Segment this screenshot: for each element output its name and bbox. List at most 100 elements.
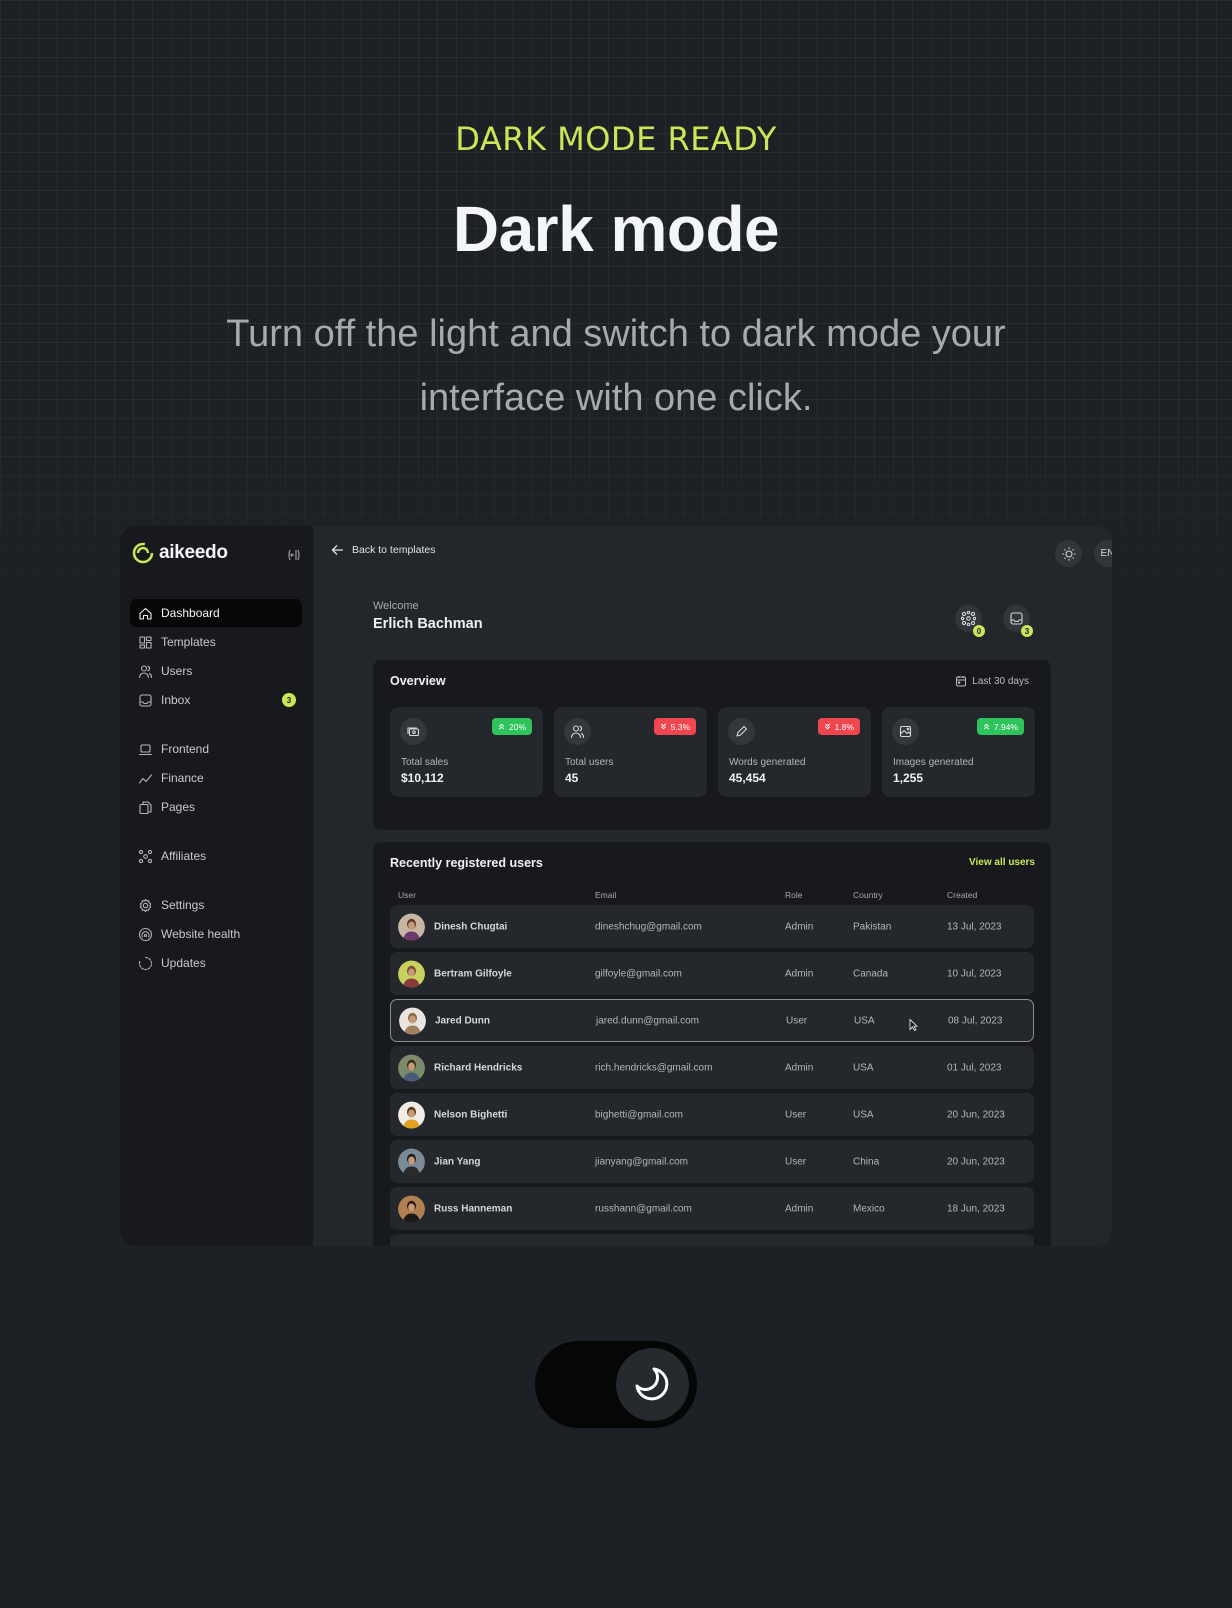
column-header-role[interactable]: Role xyxy=(785,890,802,900)
inbox-badge: 3 xyxy=(282,693,296,707)
user-name-cell[interactable]: Bertram Gilfoyle xyxy=(434,968,512,979)
signal-icon xyxy=(138,927,153,941)
user-name-cell[interactable]: Russ Hanneman xyxy=(434,1203,512,1214)
aikeedo-logo-icon xyxy=(132,542,154,564)
stat-label: Total users xyxy=(565,757,614,768)
user-name-cell[interactable]: Nelson Bighetti xyxy=(434,1109,507,1120)
user-name-cell[interactable]: Jian Yang xyxy=(434,1156,481,1167)
pages-icon xyxy=(139,800,152,814)
sidebar-item-users[interactable]: Users xyxy=(130,657,302,685)
role-cell: Admin xyxy=(785,1062,814,1073)
inbox-count-badge: 3 xyxy=(1021,625,1033,637)
users-icon xyxy=(138,664,153,678)
brand-name: aikeedo xyxy=(159,542,228,563)
chevrons-down-icon xyxy=(660,723,666,730)
role-cell: Admin xyxy=(785,1203,814,1214)
nav-group-divider xyxy=(130,822,302,842)
sidebar-item-inbox[interactable]: Inbox 3 xyxy=(130,686,302,714)
role-cell: Admin xyxy=(785,921,814,932)
email-cell: gilfoyle@gmail.com xyxy=(595,968,682,979)
sidebar: aikeedo Dashboard Templates Users Inbox 3 Fro… xyxy=(120,526,313,1246)
sidebar-item-finance[interactable]: Finance xyxy=(130,764,302,792)
sidebar-item-dashboard[interactable]: Dashboard xyxy=(130,599,302,627)
user-name-cell[interactable]: Dinesh Chugtai xyxy=(434,921,507,932)
stat-change-badge: 7.94% xyxy=(976,718,1024,735)
recent-users-title: Recently registered users xyxy=(390,856,543,870)
view-all-users-link[interactable]: View all users xyxy=(969,857,1035,868)
toggle-knob[interactable] xyxy=(616,1348,689,1421)
sidebar-item-templates[interactable]: Templates xyxy=(130,628,302,656)
user-avatar xyxy=(398,1195,425,1222)
laptop-icon xyxy=(138,743,153,755)
mouse-cursor-icon xyxy=(909,1018,918,1031)
language-button[interactable]: EN xyxy=(1094,540,1112,567)
stat-change-badge: 5.3% xyxy=(653,718,696,735)
sidebar-item-pages[interactable]: Pages xyxy=(130,793,302,821)
affiliates-shortcut-button[interactable]: 0 xyxy=(955,605,985,637)
column-header-user[interactable]: User xyxy=(398,890,416,900)
table-row[interactable]: Dinesh Chugtai dineshchug@gmail.com Admin P… xyxy=(390,905,1034,948)
brand-logo[interactable]: aikeedo xyxy=(132,542,228,564)
users-table-body: Dinesh Chugtai dineshchug@gmail.com Admin P… xyxy=(390,905,1034,1246)
calendar-icon xyxy=(956,676,967,687)
stat-card: 7.94% Images generated 1,255 xyxy=(882,707,1035,797)
date-range-picker[interactable]: Last 30 days xyxy=(955,675,1029,687)
stat-card: 20% Total sales $10,112 xyxy=(390,707,543,797)
country-cell: China xyxy=(853,1156,880,1167)
email-cell: bighetti@gmail.com xyxy=(595,1109,683,1120)
table-row-partial xyxy=(390,1234,1034,1246)
country-cell: USA xyxy=(854,1015,875,1026)
recent-users-panel: Recently registered users View all users… xyxy=(373,842,1051,1246)
created-cell: 18 Jun, 2023 xyxy=(947,1203,1005,1214)
table-row[interactable]: Richard Hendricks rich.hendricks@gmail.co… xyxy=(390,1046,1034,1089)
user-avatar xyxy=(399,1007,426,1034)
sidebar-nav: Dashboard Templates Users Inbox 3 Frontend Fin… xyxy=(130,599,302,978)
email-cell: jared.dunn@gmail.com xyxy=(596,1015,699,1026)
user-avatar xyxy=(398,960,425,987)
collapse-sidebar-button[interactable] xyxy=(286,547,302,563)
sidebar-item-website-health[interactable]: Website health xyxy=(130,920,302,948)
created-cell: 20 Jun, 2023 xyxy=(947,1109,1005,1120)
inbox-shortcut-button[interactable]: 3 xyxy=(1003,605,1033,637)
user-name-cell[interactable]: Richard Hendricks xyxy=(434,1062,522,1073)
affiliates-count-badge: 0 xyxy=(973,625,985,637)
welcome-name: Erlich Bachman xyxy=(373,616,483,632)
sidebar-item-label: Settings xyxy=(161,898,205,912)
sidebar-item-label: Affiliates xyxy=(161,849,207,863)
column-header-country[interactable]: Country xyxy=(853,890,883,900)
user-name-cell[interactable]: Jared Dunn xyxy=(435,1015,490,1026)
table-row[interactable]: Jared Dunn jared.dunn@gmail.com User USA 08 … xyxy=(390,999,1034,1042)
table-row[interactable]: Bertram Gilfoyle gilfoyle@gmail.com Admin C… xyxy=(390,952,1034,995)
sidebar-item-frontend[interactable]: Frontend xyxy=(130,735,302,763)
country-cell: Mexico xyxy=(853,1203,885,1214)
sidebar-item-updates[interactable]: Updates xyxy=(130,949,302,977)
stat-value: $10,112 xyxy=(401,771,444,785)
gear-icon xyxy=(139,898,152,912)
stat-change-badge: 1.8% xyxy=(817,718,860,735)
sidebar-item-affiliates[interactable]: Affiliates xyxy=(130,842,302,870)
column-header-email[interactable]: Email xyxy=(595,890,616,900)
theme-toggle-button[interactable] xyxy=(1055,540,1082,567)
overview-title: Overview xyxy=(390,674,446,688)
column-header-created[interactable]: Created xyxy=(947,890,977,900)
email-cell: russhann@gmail.com xyxy=(595,1203,692,1214)
role-cell: Admin xyxy=(785,968,814,979)
stat-card: 5.3% Total users 45 xyxy=(554,707,707,797)
created-cell: 13 Jul, 2023 xyxy=(947,921,1002,932)
table-row[interactable]: Nelson Bighetti bighetti@gmail.com User USA… xyxy=(390,1093,1034,1136)
created-cell: 08 Jul, 2023 xyxy=(948,1015,1003,1026)
sidebar-item-label: Templates xyxy=(161,635,216,649)
sidebar-item-label: Inbox xyxy=(161,693,191,707)
stat-value: 1,255 xyxy=(893,771,924,785)
sidebar-item-label: Website health xyxy=(161,927,241,941)
table-row[interactable]: Russ Hanneman russhann@gmail.com Admin Mexi… xyxy=(390,1187,1034,1230)
role-cell: User xyxy=(786,1015,808,1026)
moon-icon xyxy=(635,1367,668,1400)
user-avatar xyxy=(398,1101,425,1128)
chevrons-down-icon xyxy=(824,723,830,730)
stat-icon-wrap xyxy=(892,718,919,745)
dark-mode-toggle[interactable] xyxy=(535,1341,697,1428)
table-row[interactable]: Jian Yang jianyang@gmail.com User China 20 J… xyxy=(390,1140,1034,1183)
sidebar-item-settings[interactable]: Settings xyxy=(130,891,302,919)
back-to-templates-link[interactable]: Back to templates xyxy=(331,544,435,556)
